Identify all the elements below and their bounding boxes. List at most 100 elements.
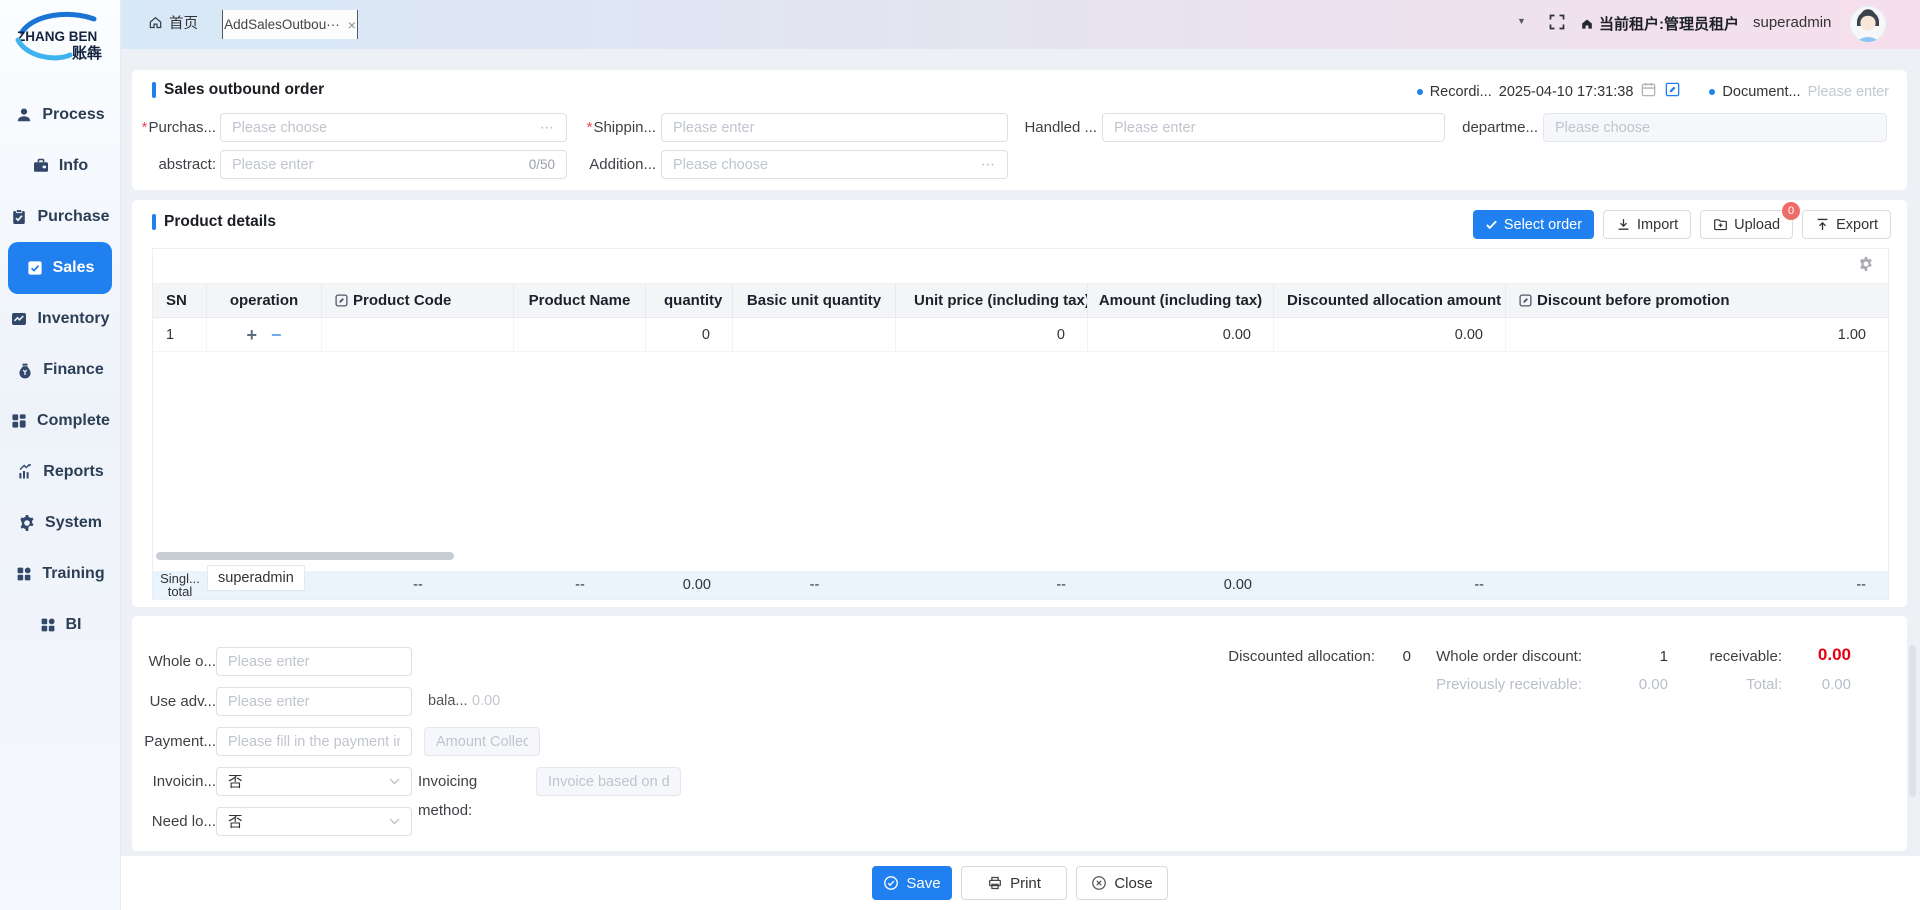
table-header-row: SNoperationProduct CodeProduct Namequant… [153,284,1888,318]
need-logistics-select[interactable]: 否 [216,807,412,836]
table-cell: 1.00 [1506,318,1888,351]
product-details-card: Product details Select order Import Uplo… [132,200,1907,607]
house-icon [1580,17,1594,31]
import-button[interactable]: Import [1603,210,1691,239]
save-button[interactable]: Save [872,866,952,900]
vertical-scrollbar[interactable] [1909,645,1916,797]
export-button[interactable]: Export [1802,210,1891,239]
use-advance-input[interactable]: Please enter [216,687,412,716]
folder-upload-icon [1713,217,1728,232]
remove-row-button[interactable]: − [271,326,282,344]
discounted-allocation-label: Discounted allocation: [1175,648,1375,666]
whole-order-label: Whole o... [136,647,216,676]
sidebar-item-info[interactable]: Info [0,140,120,192]
topbar: 首页 AddSalesOutbou··· × ▼ 当前租户:管理员租户 supe… [120,0,1920,49]
table-settings-gear-icon[interactable] [1858,256,1874,277]
tenant-info[interactable]: 当前租户:管理员租户 [1580,13,1739,34]
sidebar-item-finance[interactable]: Finance [0,344,120,396]
username[interactable]: superadmin [1753,14,1831,31]
logo-text: ZHANG BEN [17,29,97,44]
use-advance-label: Use adv... [136,687,216,716]
document-number-label: Document... [1722,84,1800,100]
sidebar-item-label: Complete [37,412,110,430]
column-header-sn: SN [153,284,207,317]
edit-icon[interactable] [1664,81,1681,103]
horizontal-scrollbar[interactable] [156,552,454,560]
additional-input[interactable]: Please choose ⋯ [661,150,1008,179]
shipping-label: *Shippin... [556,113,656,142]
recording-time-value: 2025-04-10 17:31:38 [1499,84,1634,100]
sidebar-item-bi[interactable]: BI [0,599,120,651]
char-counter: 0/50 [529,157,555,172]
home-tab-label: 首页 [169,12,198,33]
add-row-button[interactable]: + [246,326,257,344]
close-button[interactable]: Close [1076,866,1168,900]
invoicing-select[interactable]: 否 [216,767,412,796]
handled-by-input[interactable]: Please enter [1102,113,1445,142]
sidebar-item-process[interactable]: Process [0,89,120,141]
tab-home[interactable]: 首页 [148,12,198,33]
editable-column-icon [1519,294,1532,307]
check-square-icon [26,259,44,277]
sidebar-item-label: Training [42,565,104,583]
handled-by-label: Handled ... [997,113,1097,142]
sidebar-item-inventory[interactable]: Inventory [0,293,120,345]
ellipsis-icon[interactable]: ⋯ [540,119,555,136]
order-meta: Recordi... 2025-04-10 17:31:38 Document.… [1417,82,1889,102]
print-button[interactable]: Print [961,866,1067,900]
tab-add-sales-outbound[interactable]: AddSalesOutbou··· × [222,10,358,39]
printer-icon [987,875,1003,891]
table-cell: 0.00 [1274,318,1506,351]
additional-label: Addition... [556,150,656,179]
table-empty-area [153,352,1888,571]
chevron-down-icon [389,778,400,785]
total-cell: -- [896,577,1088,593]
sidebar-item-label: Finance [43,361,103,379]
invoicing-method-label: Invoicing method: [418,767,530,796]
sidebar-item-label: BI [66,616,82,634]
grid-dots-icon [39,616,57,634]
bullet-icon [1709,89,1715,95]
column-header-product-code: Product Code [322,284,514,317]
calendar-icon[interactable] [1640,81,1657,103]
table-cell [733,318,896,351]
circle-x-icon [1091,875,1107,891]
home-icon [148,15,163,30]
total-value: 0.00 [1751,676,1851,694]
upload-button[interactable]: Upload 0 [1700,210,1793,239]
invoicing-method-input: Invoice based on docume [536,767,681,796]
abstract-label: abstract: [136,150,216,179]
ellipsis-icon[interactable]: ⋯ [981,156,996,173]
shipping-input[interactable]: Please enter [661,113,1008,142]
logo-text-cn: 账犇 [72,44,102,62]
table-cell: 0.00 [1088,318,1274,351]
footer-action-bar: Save Print Close [120,856,1920,910]
select-order-button[interactable]: Select order [1473,210,1594,239]
abstract-input[interactable]: Please enter 0/50 [220,150,567,179]
sidebar-item-sales[interactable]: Sales [8,242,112,294]
close-icon[interactable]: × [348,18,356,32]
payment-input[interactable]: Please fill in the payment information [216,727,412,756]
gear-icon [18,514,36,532]
sidebar-item-training[interactable]: Training [0,548,120,600]
avatar[interactable] [1848,4,1888,48]
sidebar-item-purchase[interactable]: Purchase [0,191,120,243]
document-number-input[interactable]: Please enter [1808,84,1889,100]
whole-order-input[interactable]: Please enter [216,647,412,676]
purchase-order-input[interactable]: Please choose ⋯ [220,113,567,142]
app-logo: ZHANG BEN 账犇 [10,8,110,66]
order-summary-card: Whole o... Please enter Use adv... Pleas… [132,616,1907,851]
grid-icon [10,412,28,430]
sidebar-item-label: System [45,514,102,532]
whole-order-discount-label: Whole order discount: [1382,648,1582,666]
sidebar-item-complete[interactable]: Complete [0,395,120,447]
invoicing-label: Invoicin... [136,767,216,796]
total-cell: -- [1274,577,1506,593]
wallet-icon [32,157,50,175]
line-chart-icon [10,310,28,328]
fullscreen-icon[interactable] [1548,13,1566,36]
sidebar-item-reports[interactable]: Reports [0,446,120,498]
sidebar-item-system[interactable]: System [0,497,120,549]
section-title: Product details [164,213,276,231]
chevron-down-icon[interactable]: ▼ [1517,16,1526,26]
